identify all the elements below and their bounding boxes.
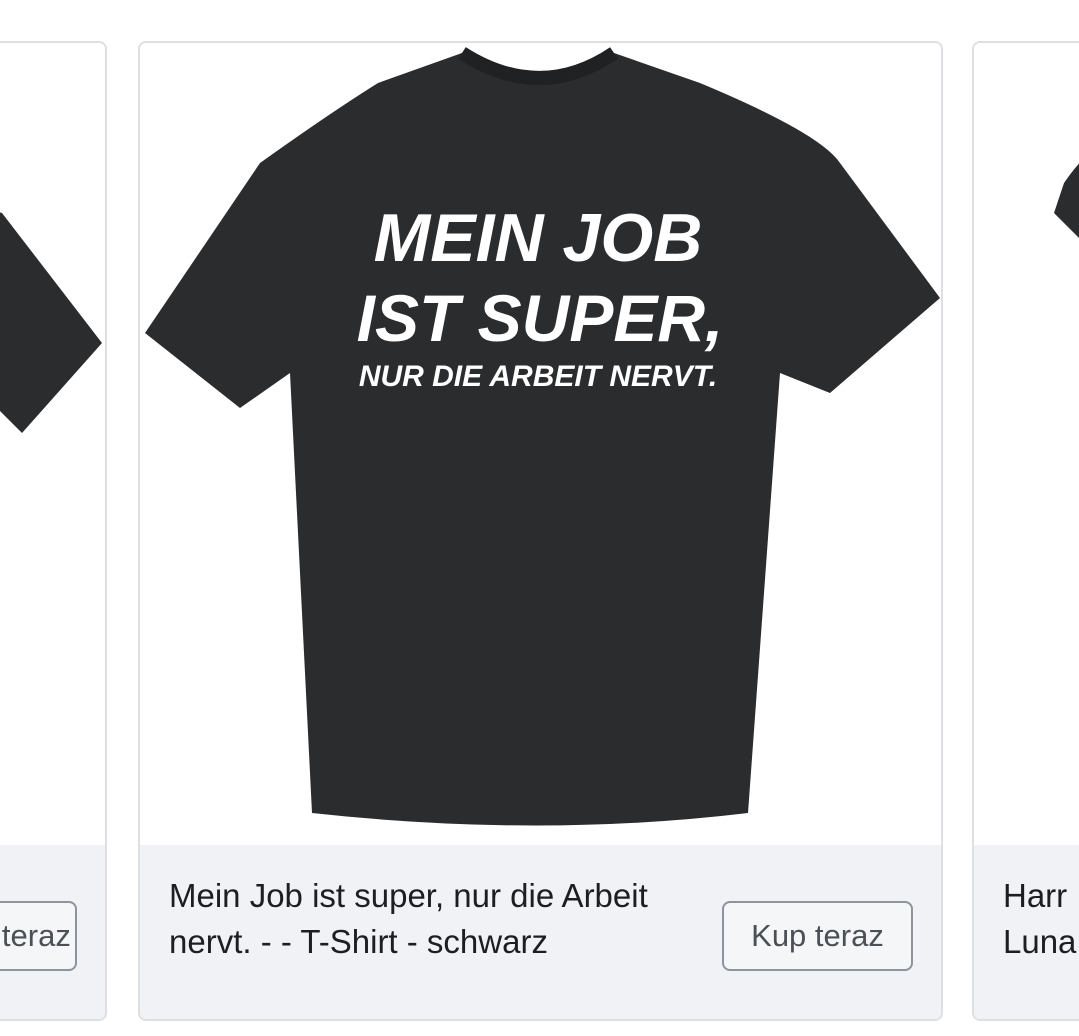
- product-card[interactable]: MEIN JOB IST SUPER, NUR DIE ARBEIT NERVT…: [138, 41, 943, 1021]
- buy-now-button[interactable]: Kup teraz: [0, 901, 77, 971]
- product-image[interactable]: [974, 43, 1079, 845]
- tshirt-image: MEIN JOB IST SUPER, NUR DIE ARBEIT NERVT…: [145, 47, 940, 826]
- product-card-footer: Mein Job ist super, nur die Arbeit nervt…: [140, 845, 941, 1019]
- shirt-print-line3: NUR DIE ARBEIT NERVT.: [359, 360, 717, 393]
- product-title-line: Harr: [1003, 877, 1068, 914]
- product-card-footer: Kup teraz: [0, 845, 105, 1019]
- product-image[interactable]: MEIN JOB IST SUPER, NUR DIE ARBEIT NERVT…: [140, 43, 941, 845]
- tshirt-image: [1054, 163, 1079, 238]
- product-card-footer: Harr Luna: [974, 845, 1079, 1019]
- product-title[interactable]: Mein Job ist super, nur die Arbeit nervt…: [169, 873, 689, 965]
- buy-now-button[interactable]: Kup teraz: [722, 901, 913, 971]
- product-title[interactable]: Harr Luna: [1003, 873, 1079, 965]
- product-card-next[interactable]: Harr Luna: [972, 41, 1079, 1021]
- shirt-print-line2: IST SUPER,: [357, 281, 724, 355]
- product-title-line: Luna: [1003, 923, 1077, 960]
- tshirt-image: [0, 212, 102, 433]
- shirt-print-line1: MEIN JOB: [374, 200, 703, 276]
- product-card-previous[interactable]: Kup teraz: [0, 41, 107, 1021]
- product-image[interactable]: [0, 43, 105, 845]
